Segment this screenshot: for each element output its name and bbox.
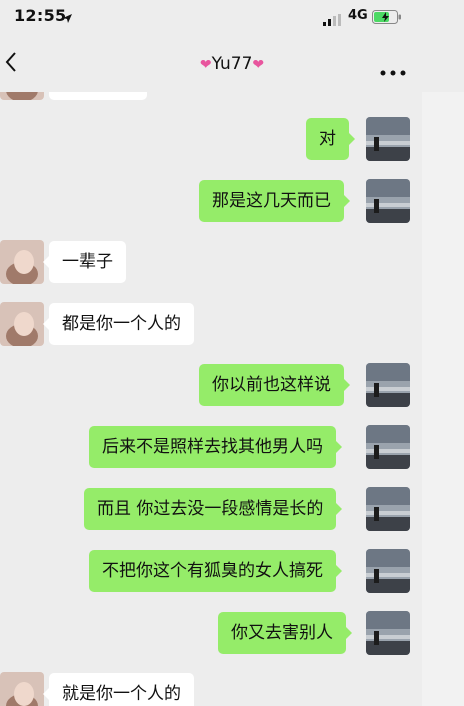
contact-avatar[interactable] xyxy=(0,240,44,284)
contact-avatar[interactable] xyxy=(0,302,44,346)
user-avatar[interactable] xyxy=(366,179,410,223)
signal-icon xyxy=(323,11,343,30)
contact-avatar[interactable] xyxy=(0,672,44,706)
message-bubble-outgoing[interactable]: 你以前也这样说 xyxy=(199,364,350,406)
message-bubble-outgoing[interactable]: 后来不是照样去找其他男人吗 xyxy=(89,426,342,468)
battery-charging-icon xyxy=(372,9,402,28)
message-bubble-outgoing[interactable]: 对 xyxy=(306,118,355,160)
message-bubble-incoming[interactable]: 都是你一个人的 xyxy=(43,303,194,345)
user-avatar[interactable] xyxy=(366,487,410,531)
user-avatar[interactable] xyxy=(366,425,410,469)
user-avatar[interactable] xyxy=(366,611,410,655)
heart-emoji-icon: ❤ xyxy=(252,57,265,73)
message-bubble-outgoing[interactable]: 不把你这个有狐臭的女人搞死 xyxy=(89,550,342,592)
user-avatar[interactable] xyxy=(366,117,410,161)
user-avatar[interactable] xyxy=(366,363,410,407)
message-bubble-outgoing[interactable]: 而且 你过去没一段感情是长的 xyxy=(84,488,343,530)
status-bar: 12:55 4G xyxy=(0,0,464,34)
message-bubble-incoming[interactable] xyxy=(49,92,147,100)
contact-avatar[interactable] xyxy=(0,92,44,100)
message-bubble-outgoing[interactable]: 那是这几天而已 xyxy=(199,180,350,222)
message-bubble-outgoing[interactable]: 你又去害别人 xyxy=(218,612,352,654)
more-dots-icon[interactable] xyxy=(380,61,406,80)
chat-header: ❤Yu77❤ xyxy=(0,34,464,92)
heart-emoji-icon: ❤ xyxy=(199,57,212,73)
status-time: 12:55 xyxy=(14,6,67,25)
message-bubble-incoming[interactable]: 就是你一个人的 xyxy=(43,673,194,706)
network-label: 4G xyxy=(348,8,368,23)
chat-title-text: Yu77 xyxy=(211,54,253,74)
chat-area[interactable]: 对 那是这几天而已 一辈子 都是你一个人的 你以前也这样说 后来不是照样去找其他… xyxy=(0,92,464,706)
location-arrow-icon xyxy=(62,9,73,28)
user-avatar[interactable] xyxy=(366,549,410,593)
message-bubble-incoming[interactable]: 一辈子 xyxy=(43,241,126,283)
